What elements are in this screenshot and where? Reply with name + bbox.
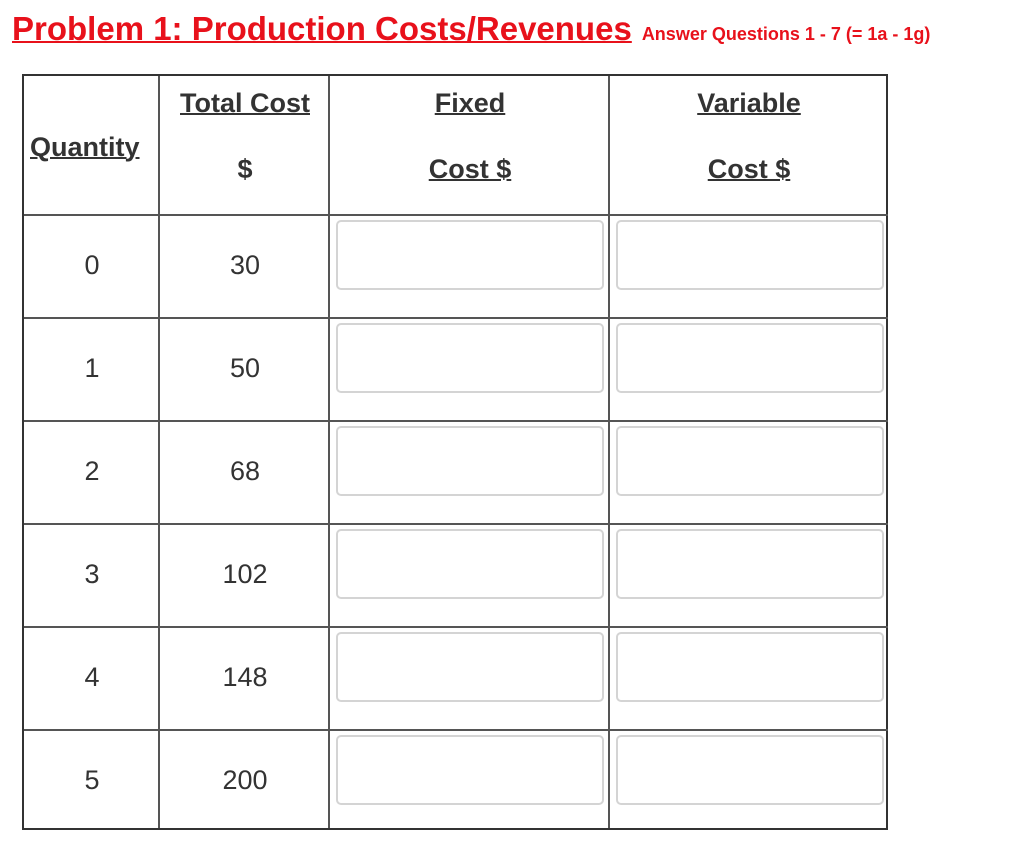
row-divider — [160, 214, 330, 216]
row-divider — [330, 420, 888, 422]
variable-cost-input[interactable] — [616, 323, 884, 393]
row-divider — [24, 523, 160, 525]
quantity-cell: 5 — [84, 765, 100, 795]
header-variable: Variable — [697, 88, 801, 118]
fixed-cost-input[interactable] — [336, 735, 604, 805]
column-divider — [158, 76, 160, 828]
column-divider — [328, 76, 330, 828]
fixed-cost-input[interactable] — [336, 529, 604, 599]
total-cost-cell: 200 — [222, 765, 268, 795]
row-divider — [24, 729, 160, 731]
row-divider — [24, 317, 160, 319]
total-cost-cell: 68 — [229, 456, 261, 486]
row-divider — [24, 214, 160, 216]
row-divider — [160, 420, 330, 422]
cost-table: Quantity Total Cost $ Fixed Cost $ Varia… — [22, 74, 888, 830]
fixed-cost-input[interactable] — [336, 426, 604, 496]
quantity-cell: 3 — [84, 559, 100, 589]
header-fixed: Fixed — [434, 88, 506, 118]
variable-cost-input[interactable] — [616, 632, 884, 702]
quantity-cell: 4 — [84, 662, 100, 692]
header-total-cost-unit: $ — [237, 154, 253, 184]
header-fixed-cost: Cost $ — [428, 154, 512, 184]
variable-cost-input[interactable] — [616, 735, 884, 805]
variable-cost-input[interactable] — [616, 529, 884, 599]
header-total-cost: Total Cost — [180, 88, 310, 118]
total-cost-cell: 102 — [222, 559, 268, 589]
row-divider — [330, 523, 888, 525]
header-variable-cost: Cost $ — [707, 154, 791, 184]
row-divider — [330, 626, 888, 628]
header-quantity: Quantity — [30, 132, 140, 162]
problem-title-main: Problem 1: Production Costs/Revenues — [12, 10, 632, 47]
row-divider — [160, 729, 330, 731]
row-divider — [24, 420, 160, 422]
column-divider — [608, 76, 610, 828]
fixed-cost-input[interactable] — [336, 323, 604, 393]
fixed-cost-input[interactable] — [336, 220, 604, 290]
row-divider — [330, 317, 888, 319]
row-divider — [160, 523, 330, 525]
variable-cost-input[interactable] — [616, 220, 884, 290]
fixed-cost-input[interactable] — [336, 632, 604, 702]
row-divider — [330, 729, 888, 731]
row-divider — [24, 626, 160, 628]
total-cost-cell: 148 — [222, 662, 268, 692]
row-divider — [160, 317, 330, 319]
quantity-cell: 1 — [84, 353, 100, 383]
total-cost-cell: 30 — [229, 250, 261, 280]
problem-title: Problem 1: Production Costs/Revenues Answ… — [12, 10, 930, 48]
quantity-cell: 0 — [84, 250, 100, 280]
total-cost-cell: 50 — [229, 353, 261, 383]
row-divider — [330, 214, 888, 216]
quantity-cell: 2 — [84, 456, 100, 486]
problem-instructions: Answer Questions 1 - 7 (= 1a - 1g) — [641, 24, 931, 44]
variable-cost-input[interactable] — [616, 426, 884, 496]
row-divider — [160, 626, 330, 628]
